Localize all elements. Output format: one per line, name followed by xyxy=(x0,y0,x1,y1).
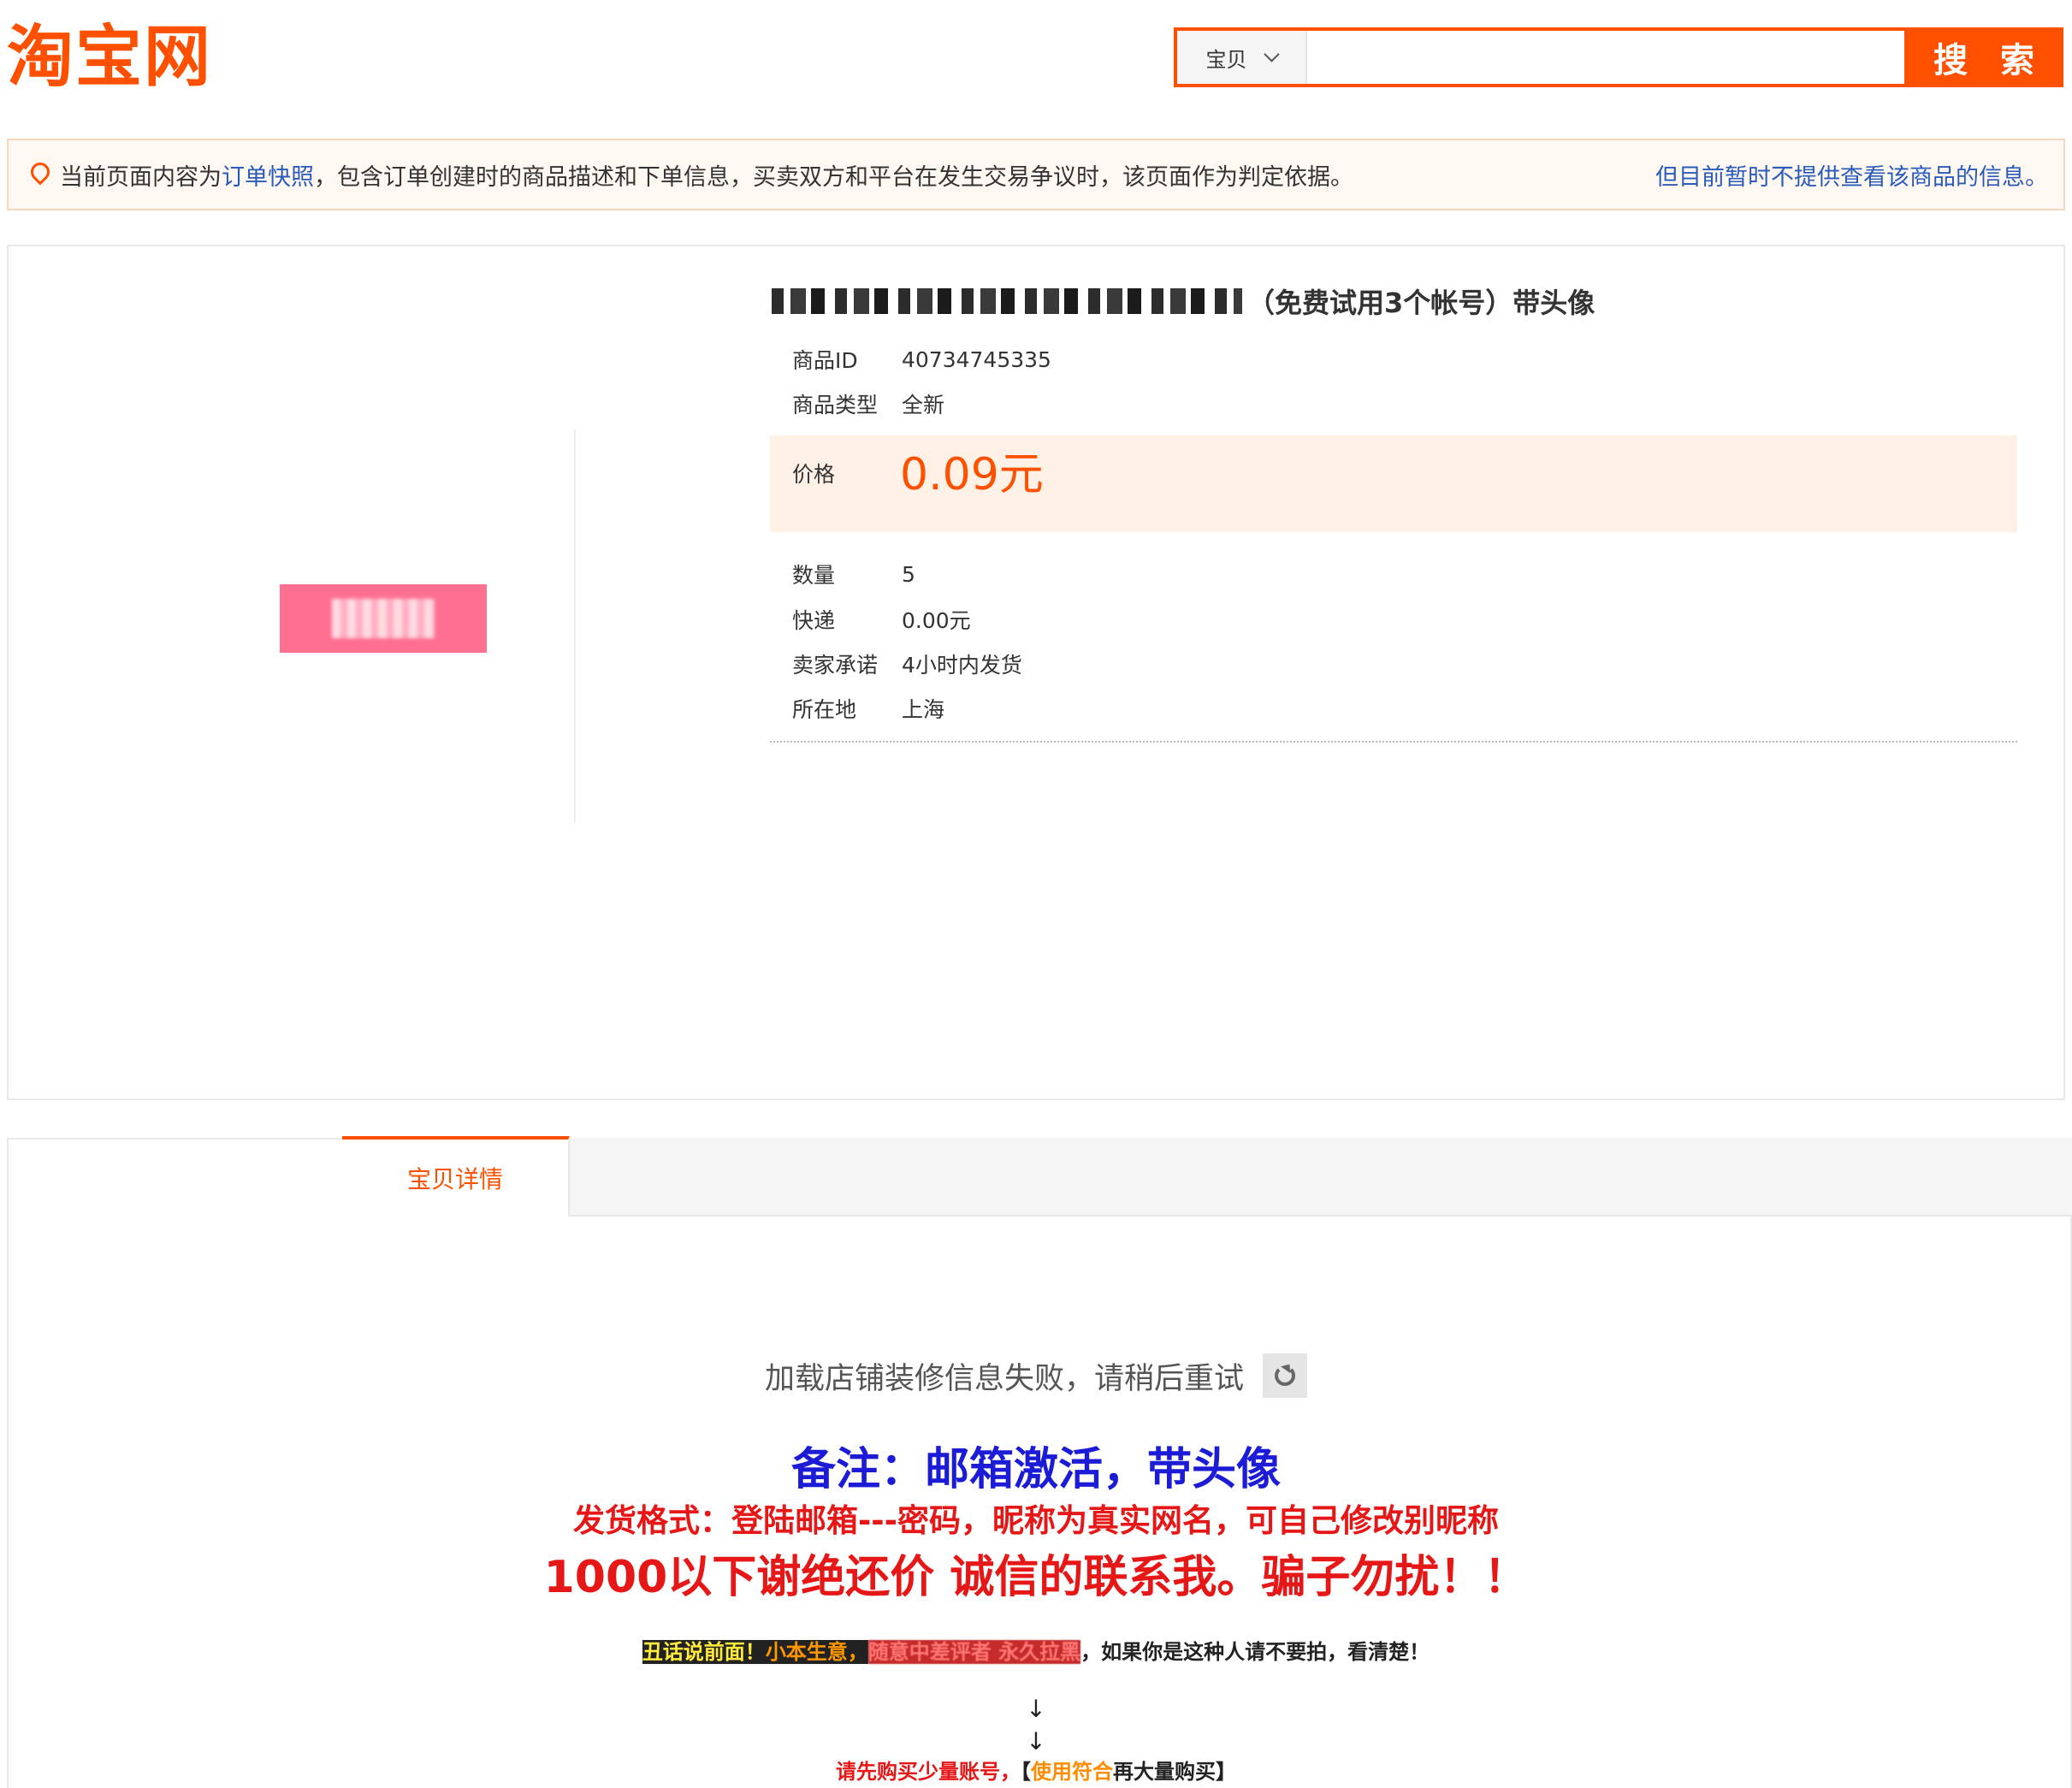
field-label: 卖家承诺 xyxy=(792,653,879,678)
note-line: 备注：邮箱激活，带头像 xyxy=(790,1444,1281,1495)
warning-part-3: 随意中差评者 永久拉黑 xyxy=(867,1640,1081,1664)
field-seller-promise: 卖家承诺 4小时内发货 xyxy=(792,647,1022,681)
load-fail-message: 加载店铺装修信息失败，请稍后重试 xyxy=(0,1353,2072,1398)
advice-part-4: 再大量购买】 xyxy=(1113,1760,1236,1784)
product-title: （免费试用3个帐号）带头像 xyxy=(772,281,1595,322)
field-product-type: 商品类型 全新 xyxy=(792,387,944,421)
field-value: 0.00元 xyxy=(902,608,971,633)
field-label: 数量 xyxy=(792,563,836,588)
field-value: 上海 xyxy=(902,697,945,722)
field-value: 40734745335 xyxy=(902,346,1051,372)
field-product-id: 商品ID 40734745335 xyxy=(792,342,1051,376)
refresh-button[interactable] xyxy=(1263,1353,1307,1398)
price-label: 价格 xyxy=(792,462,836,487)
warning-part-2: 小本生意， xyxy=(765,1640,868,1664)
search-type-label: 宝贝 xyxy=(1205,47,1247,72)
taobao-logo[interactable]: 淘宝网 xyxy=(7,19,212,96)
field-label: 快递 xyxy=(792,608,836,633)
field-value: 全新 xyxy=(902,393,945,417)
tab-item-details[interactable]: 宝贝详情 xyxy=(342,1136,570,1217)
field-label: 所在地 xyxy=(792,697,857,722)
redacted-title-part xyxy=(772,288,1242,314)
delivery-format-line: 发货格式：登陆邮箱---密码，昵称为真实网名，可自己修改别昵称 xyxy=(572,1502,1500,1539)
gallery-divider xyxy=(574,429,576,823)
tab-bar xyxy=(342,1138,2072,1217)
field-label: 商品ID xyxy=(792,348,858,373)
snapshot-notice: 当前页面内容为 订单快照 ，包含订单创建时的商品描述和下单信息，买卖双方和平台在… xyxy=(7,139,2065,210)
notice-body: ，包含订单创建时的商品描述和下单信息，买卖双方和平台在发生交易争议时，该页面作为… xyxy=(314,163,1353,191)
search-type-select[interactable]: 宝贝 xyxy=(1177,31,1307,84)
warning-part-1: 丑话说前面！ xyxy=(642,1640,766,1664)
field-value: 4小时内发货 xyxy=(902,653,1022,678)
no-bargain-line: 1000以下谢绝还价 诚信的联系我。骗子勿扰！！ xyxy=(543,1552,1529,1603)
product-title-suffix: （免费试用3个帐号）带头像 xyxy=(1247,287,1595,319)
field-value: 5 xyxy=(902,561,915,587)
load-fail-text: 加载店铺装修信息失败，请稍后重试 xyxy=(764,1361,1244,1396)
refresh-icon xyxy=(1275,1365,1295,1386)
warning-part-4: ，如果你是这种人请不要拍，看清楚！ xyxy=(1080,1640,1430,1664)
advice-part-3: 使用符合 xyxy=(1031,1760,1113,1784)
order-snapshot-link[interactable]: 订单快照 xyxy=(222,158,314,192)
notice-right-link[interactable]: 但目前暂时不提供查看该商品的信息。 xyxy=(1655,158,2048,192)
field-quantity: 数量 5 xyxy=(792,557,915,591)
down-arrow-icon: ↓ xyxy=(1026,1695,1046,1723)
advice-part-1: 请先购买少量账号， xyxy=(836,1760,1021,1784)
chevron-down-icon xyxy=(1263,46,1280,62)
advice-part-2: 【 xyxy=(1021,1760,1031,1784)
buy-advice-line: 请先购买少量账号，【使用符合再大量购买】 xyxy=(0,1757,2072,1786)
blurred-logo xyxy=(332,599,435,638)
search-button[interactable]: 搜 索 xyxy=(1904,27,2063,87)
field-label: 商品类型 xyxy=(792,393,879,417)
price-value: 0.09元 xyxy=(900,449,1044,500)
product-image[interactable] xyxy=(280,584,487,653)
warning-line: 丑话说前面！小本生意，随意中差评者 永久拉黑，如果你是这种人请不要拍，看清楚！ xyxy=(0,1636,2072,1668)
down-arrow-icon: ↓ xyxy=(1026,1727,1046,1755)
field-location: 所在地 上海 xyxy=(792,691,944,725)
location-pin-icon xyxy=(27,158,54,186)
details-divider xyxy=(770,741,2017,743)
notice-prefix: 当前页面内容为 xyxy=(60,163,222,191)
field-shipping: 快递 0.00元 xyxy=(792,602,971,636)
